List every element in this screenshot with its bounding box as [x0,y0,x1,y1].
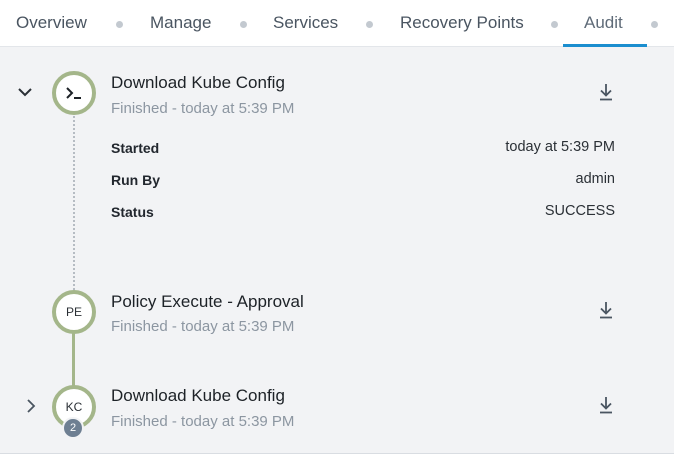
tab-services[interactable]: Services [273,13,338,33]
avatar-initials: KC [65,400,83,414]
download-icon[interactable] [598,395,614,415]
audit-item-title: Download Kube Config [111,386,285,405]
audit-panel [0,47,674,453]
detail-value-run-by: admin [575,171,616,187]
tab-overview[interactable]: Overview [16,13,87,33]
terminal-icon [66,87,81,99]
collapse-chevron-icon[interactable] [17,86,33,98]
timeline-connector-dotted [73,112,75,290]
tab-separator-dot [240,21,247,28]
audit-item-subtitle: Finished - today at 5:39 PM [111,413,295,430]
audit-item-subtitle: Finished - today at 5:39 PM [111,100,295,117]
audit-item-subtitle: Finished - today at 5:39 PM [111,318,295,335]
detail-value-started: today at 5:39 PM [505,139,615,155]
tab-manage[interactable]: Manage [150,13,211,33]
detail-value-status: SUCCESS [544,203,615,219]
download-icon[interactable] [598,300,614,320]
tab-bar: Overview Manage Services Recovery Points… [0,0,674,47]
detail-label-started: Started [111,140,160,156]
tab-audit[interactable]: Audit [584,13,623,33]
count-badge: 2 [62,417,84,439]
audit-item-title: Policy Execute - Approval [111,292,304,311]
panel-bottom-border [0,453,674,454]
tab-separator-dot [651,21,658,28]
expand-chevron-icon[interactable] [25,398,37,414]
download-icon[interactable] [598,82,614,102]
tab-recovery-points[interactable]: Recovery Points [400,13,524,33]
avatar-initials: PE [65,305,82,319]
tab-separator-dot [116,21,123,28]
tab-separator-dot [366,21,373,28]
detail-label-status: Status [111,204,154,220]
timeline-connector [72,331,75,386]
audit-item-avatar: PE [52,290,96,334]
tab-separator-dot [551,21,558,28]
audit-item-avatar [52,71,96,115]
detail-label-run-by: Run By [111,172,160,188]
audit-item-title: Download Kube Config [111,73,285,92]
